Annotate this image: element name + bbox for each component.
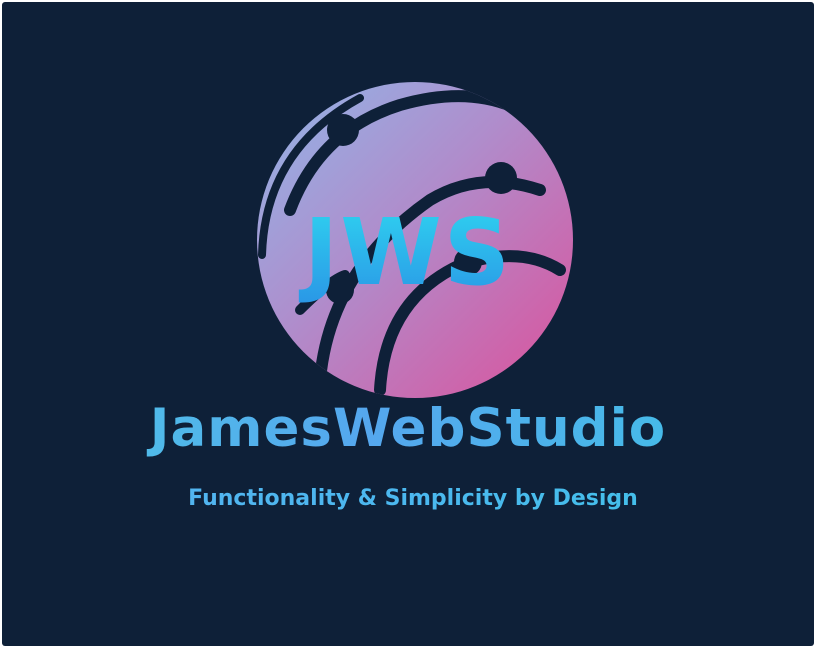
monogram: JWS (298, 199, 512, 306)
network-node (327, 114, 359, 146)
tagline: Functionality & Simplicity by Design (0, 486, 816, 511)
logo-graphic: JWS (257, 82, 573, 398)
logo-canvas: JWS JamesWebStudio Functionality & Simpl… (0, 0, 816, 648)
brand-name: JamesWebStudio (0, 398, 816, 459)
network-node (485, 162, 517, 194)
